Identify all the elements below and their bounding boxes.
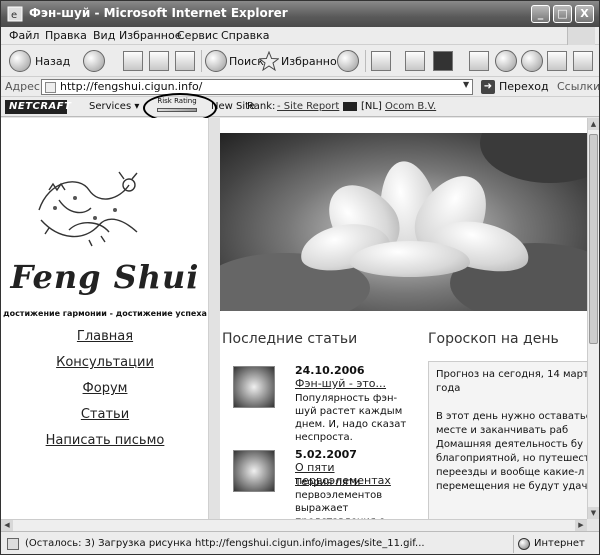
- address-input[interactable]: http://fengshui.cigun.info/: [41, 79, 473, 95]
- menu-edit[interactable]: Правка: [45, 29, 87, 42]
- go-icon[interactable]: ➜: [481, 80, 495, 94]
- horoscope-line: переезды и вообще какие-л: [436, 467, 585, 478]
- refresh-icon[interactable]: [149, 51, 169, 71]
- forward-icon[interactable]: [83, 50, 105, 72]
- menu-view[interactable]: Вид: [93, 29, 115, 42]
- vertical-scrollbar[interactable]: ▲ ▼: [587, 118, 599, 519]
- article-description: Теория пяти первоэлементов выражает пред…: [295, 477, 385, 519]
- address-bar: Адрес: http://fengshui.cigun.info/ ▼ ➜ П…: [1, 77, 599, 97]
- horoscope-line: месте и заканчивать раб: [436, 425, 569, 436]
- article-thumbnail[interactable]: [233, 366, 275, 408]
- home-icon[interactable]: [175, 51, 195, 71]
- go-button[interactable]: Переход: [499, 80, 549, 93]
- article-title-link[interactable]: Фэн-шуй - это...: [295, 377, 386, 390]
- menu-file[interactable]: Файл: [9, 29, 39, 42]
- page-content: Feng Shui достижение гармонии - достижен…: [1, 118, 587, 519]
- links-button[interactable]: Ссылки: [557, 80, 599, 93]
- dragon-logo-icon: [38, 171, 138, 247]
- horoscope-title: Гороскоп на день: [428, 331, 559, 347]
- zone-label: Интернет: [534, 538, 585, 549]
- globe-icon: [518, 538, 530, 550]
- menu-bar: Файл Правка Вид Избранное Сервис Справка: [1, 27, 599, 45]
- rank-label: Rank:: [247, 101, 276, 112]
- messenger-icon[interactable]: [495, 50, 517, 72]
- ie-icon: e: [7, 6, 23, 22]
- site-tagline: достижение гармонии - достижение успеха: [3, 309, 207, 318]
- services-menu[interactable]: Services ▾: [89, 101, 139, 112]
- lotus-hero-image: [220, 133, 587, 311]
- mail-icon[interactable]: [371, 51, 391, 71]
- extension-icon-2[interactable]: [573, 51, 593, 71]
- toolbar: Назад Поиск Избранное: [1, 45, 599, 77]
- flag-icon: [343, 102, 357, 111]
- search-icon[interactable]: [205, 50, 227, 72]
- title-bar: e Фэн-шуй - Microsoft Internet Explorer …: [1, 1, 599, 27]
- svg-text:e: e: [11, 10, 17, 21]
- nav-consultations[interactable]: Консультации: [1, 355, 209, 370]
- print-icon[interactable]: [405, 51, 425, 71]
- netcraft-toolbar: NETCRAFT Services ▾ Risk Rating New Site…: [1, 97, 599, 117]
- security-zone: Интернет: [513, 535, 597, 553]
- nav-home[interactable]: Главная: [1, 329, 209, 344]
- toolbar-separator: [201, 50, 202, 72]
- page-icon: [45, 82, 56, 93]
- edit-icon[interactable]: [433, 51, 453, 71]
- article-date: 5.02.2007: [295, 448, 357, 461]
- horoscope-line: В этот день нужно оставаться: [436, 411, 587, 422]
- menu-tools[interactable]: Сервис: [177, 29, 218, 42]
- site-report-link[interactable]: - Site Report: [277, 101, 339, 112]
- research-icon[interactable]: [521, 50, 543, 72]
- horoscope-line: перемещения не будут удачны: [436, 481, 587, 492]
- site-logo-text: Feng Shui: [10, 258, 200, 296]
- nav-forum[interactable]: Форум: [1, 381, 209, 396]
- address-label: Адрес:: [5, 80, 44, 93]
- netcraft-logo[interactable]: NETCRAFT: [5, 100, 71, 114]
- minimize-button[interactable]: _: [531, 5, 550, 23]
- host-link[interactable]: Ocom B.V.: [385, 101, 436, 112]
- menu-favorites[interactable]: Избранное: [119, 29, 181, 42]
- nav-articles[interactable]: Статьи: [1, 407, 209, 422]
- horoscope-box: Прогноз на сегодня, 14 марта 2 года В эт…: [428, 361, 587, 519]
- article-description: Популярность фэн-шуй растет каждым днем.…: [295, 393, 407, 443]
- horizontal-scrollbar[interactable]: ◀ ▶: [1, 519, 587, 531]
- horoscope-line: Домашняя деятельность бу: [436, 439, 583, 450]
- window-title: Фэн-шуй - Microsoft Internet Explorer: [29, 6, 288, 20]
- country-code: [NL]: [361, 101, 382, 112]
- history-icon[interactable]: [337, 50, 359, 72]
- scroll-up-icon[interactable]: ▲: [588, 118, 599, 130]
- site-sidebar: Feng Shui достижение гармонии - достижен…: [1, 118, 209, 519]
- discuss-icon[interactable]: [469, 51, 489, 71]
- scroll-thumb[interactable]: [589, 134, 598, 344]
- stop-icon[interactable]: [123, 51, 143, 71]
- horoscope-line: Прогноз на сегодня, 14 марта 2: [436, 369, 587, 380]
- browser-window: e Фэн-шуй - Microsoft Internet Explorer …: [0, 0, 600, 555]
- status-bar: (Осталось: 3) Загрузка рисунка http://fe…: [1, 531, 599, 554]
- favorites-icon[interactable]: [259, 51, 279, 71]
- back-button-label[interactable]: Назад: [35, 55, 70, 68]
- back-icon[interactable]: [9, 50, 31, 72]
- toolbar-separator: [365, 50, 366, 72]
- horoscope-line: благоприятной, но путешест: [436, 453, 587, 464]
- status-text: (Осталось: 3) Загрузка рисунка http://fe…: [25, 538, 425, 549]
- latest-articles-title: Последние статьи: [222, 331, 358, 347]
- chevron-down-icon[interactable]: ▼: [463, 80, 472, 94]
- address-url[interactable]: http://fengshui.cigun.info/: [60, 80, 202, 93]
- column-divider: [208, 118, 220, 519]
- article-date: 24.10.2006: [295, 364, 365, 377]
- windows-logo-icon: [567, 27, 595, 45]
- services-label[interactable]: Services: [89, 101, 131, 112]
- scroll-down-icon[interactable]: ▼: [588, 507, 599, 519]
- close-button[interactable]: X: [575, 5, 594, 23]
- scroll-right-icon[interactable]: ▶: [575, 520, 587, 531]
- scroll-left-icon[interactable]: ◀: [1, 520, 13, 531]
- maximize-button[interactable]: □: [553, 5, 572, 23]
- loading-icon: [7, 538, 19, 550]
- article-thumbnail[interactable]: [233, 450, 275, 492]
- menu-help[interactable]: Справка: [221, 29, 269, 42]
- horoscope-line: года: [436, 383, 461, 394]
- nav-write-letter[interactable]: Написать письмо: [1, 433, 209, 448]
- extension-icon[interactable]: [547, 51, 567, 71]
- favorites-button-label[interactable]: Избранное: [281, 55, 343, 68]
